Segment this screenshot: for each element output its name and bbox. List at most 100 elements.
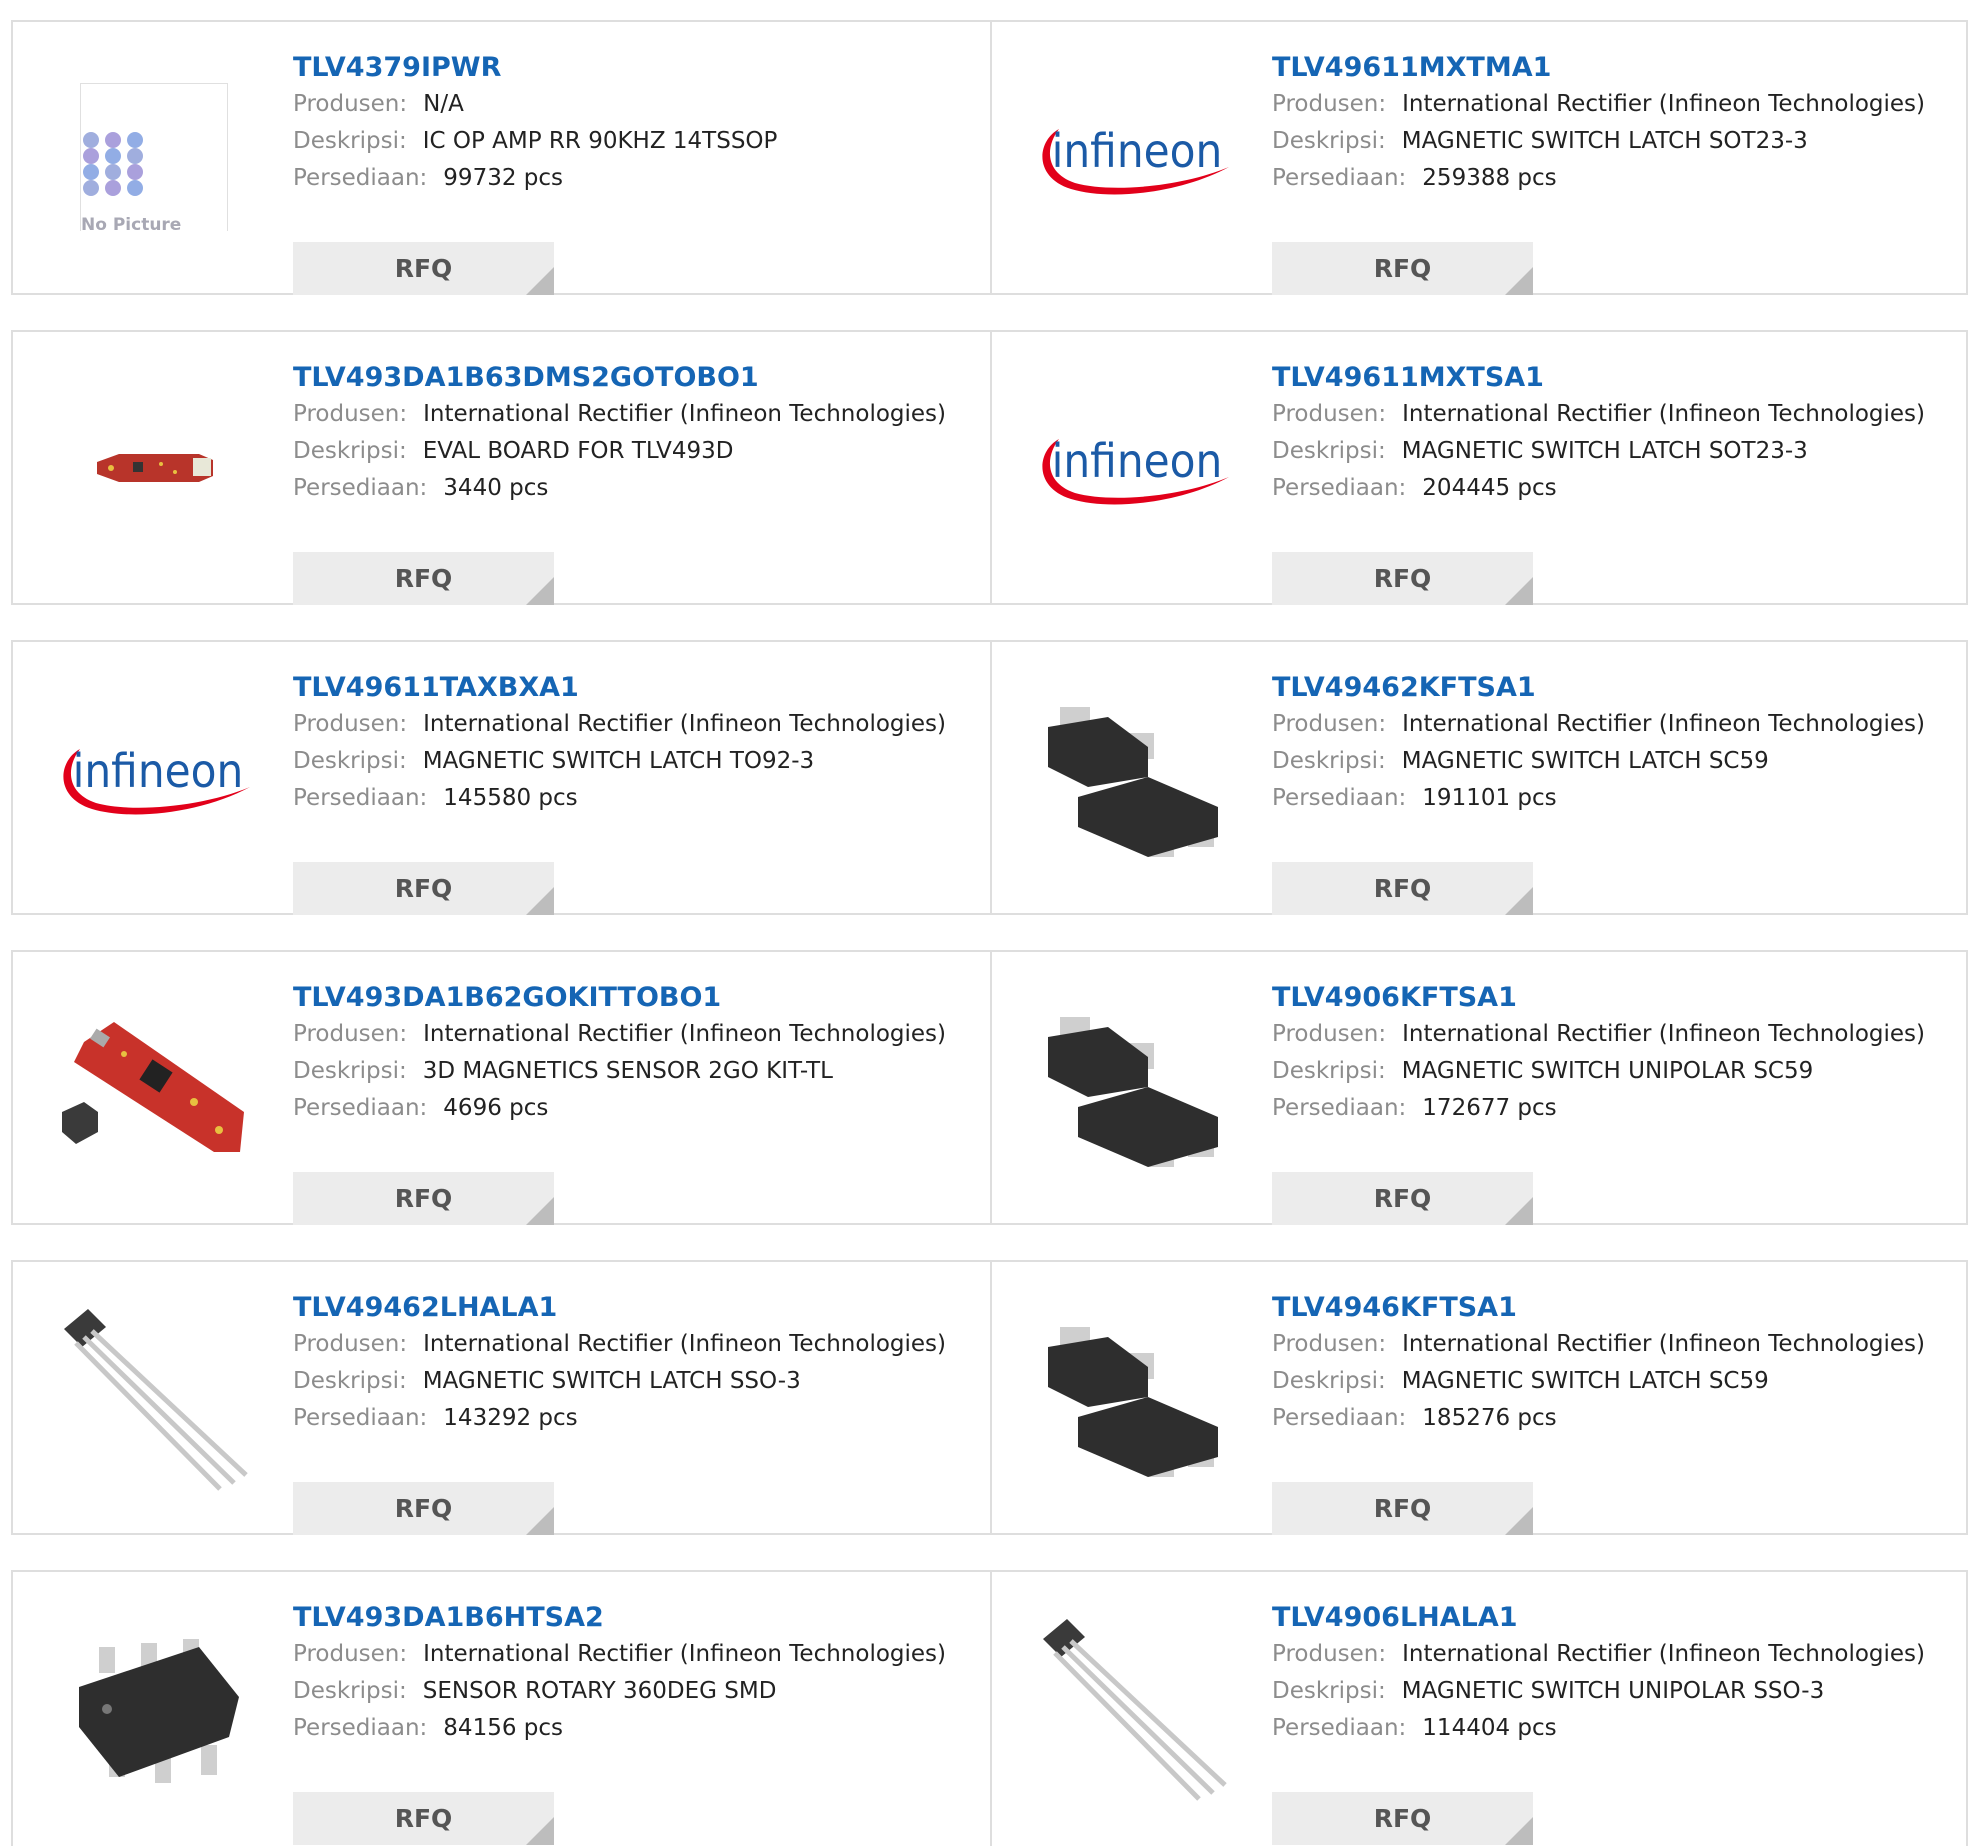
tsop6-chip-image[interactable] [51, 1602, 257, 1812]
stock-row: Persediaan: 172677 pcs [1272, 1090, 1952, 1127]
manufacturer-label: Produsen: [1272, 711, 1387, 737]
description-value: EVAL BOARD FOR TLV493D [422, 438, 734, 464]
part-number-link[interactable]: TLV49462KFTSA1 [1272, 670, 1952, 706]
description-row: Deskripsi: MAGNETIC SWITCH UNIPOLAR SSO-3 [1272, 1673, 1952, 1710]
rfq-button[interactable]: RFQ [1272, 552, 1533, 605]
sot-package-image[interactable] [1030, 672, 1236, 882]
manufacturer-label: Produsen: [1272, 401, 1387, 427]
product-info: TLV4379IPWR Produsen: N/A Deskripsi: IC OP A… [293, 50, 973, 295]
infineon-logo[interactable]: infineon [1030, 362, 1236, 572]
stock-value: 4696 pcs [443, 1095, 549, 1121]
stock-label: Persediaan: [1272, 1095, 1407, 1121]
manufacturer-row: Produsen: International Rectifier (Infine… [293, 396, 973, 433]
part-number-link[interactable]: TLV49611TAXBXA1 [293, 670, 973, 706]
description-row: Deskripsi: MAGNETIC SWITCH LATCH SSO-3 [293, 1363, 973, 1400]
manufacturer-label: Produsen: [293, 91, 408, 117]
product-row: TLV493DA1B62GOKITTOBO1 Produsen: Internati… [11, 950, 1968, 1225]
part-number-link[interactable]: TLV4906KFTSA1 [1272, 980, 1952, 1016]
description-row: Deskripsi: 3D MAGNETICS SENSOR 2GO KIT-TL [293, 1053, 973, 1090]
stock-label: Persediaan: [1272, 785, 1407, 811]
product-info: TLV4906LHALA1 Produsen: International Rect… [1272, 1600, 1952, 1845]
corner-triangle-icon [526, 577, 554, 605]
manufacturer-label: Produsen: [293, 1021, 408, 1047]
part-number-link[interactable]: TLV493DA1B63DMS2GOTOBO1 [293, 360, 973, 396]
manufacturer-label: Produsen: [293, 1641, 408, 1667]
part-number-link[interactable]: TLV49462LHALA1 [293, 1290, 973, 1326]
description-label: Deskripsi: [1272, 128, 1386, 154]
stock-row: Persediaan: 3440 pcs [293, 470, 973, 507]
part-number-link[interactable]: TLV4379IPWR [293, 50, 973, 86]
corner-triangle-icon [526, 887, 554, 915]
description-label: Deskripsi: [1272, 438, 1386, 464]
infineon-logo[interactable]: infineon [51, 672, 257, 882]
part-number-link[interactable]: TLV493DA1B6HTSA2 [293, 1600, 973, 1636]
product-row: infineon TLV49611TAXBXA1 Produsen: Internat… [11, 640, 1968, 915]
product-info: TLV49462KFTSA1 Produsen: International Rec… [1272, 670, 1952, 915]
stock-value: 114404 pcs [1422, 1715, 1557, 1741]
manufacturer-row: Produsen: International Rectifier (Infine… [1272, 706, 1952, 743]
rfq-button[interactable]: RFQ [293, 862, 554, 915]
description-row: Deskripsi: EVAL BOARD FOR TLV493D [293, 433, 973, 470]
sso3-package-image[interactable] [1030, 1602, 1236, 1812]
manufacturer-label: Produsen: [1272, 1331, 1387, 1357]
description-row: Deskripsi: MAGNETIC SWITCH LATCH SOT23-3 [1272, 433, 1952, 470]
sso3-package-image[interactable] [51, 1292, 257, 1502]
product-info: TLV49611TAXBXA1 Produsen: International Re… [293, 670, 973, 915]
product-info: TLV49462LHALA1 Produsen: International Rec… [293, 1290, 973, 1535]
description-value: MAGNETIC SWITCH LATCH SC59 [1401, 1368, 1769, 1394]
description-row: Deskripsi: MAGNETIC SWITCH LATCH SC59 [1272, 1363, 1952, 1400]
part-number-link[interactable]: TLV493DA1B62GOKITTOBO1 [293, 980, 973, 1016]
rfq-button[interactable]: RFQ [1272, 1482, 1533, 1535]
product-card: No Picture TLV4379IPWR Produsen: N/A Deskrip… [13, 22, 990, 295]
product-info: TLV49611MXTMA1 Produsen: International Rec… [1272, 50, 1952, 295]
corner-triangle-icon [526, 1817, 554, 1845]
product-row: No Picture TLV4379IPWR Produsen: N/A Deskrip… [11, 20, 1968, 295]
rfq-button[interactable]: RFQ [1272, 242, 1533, 295]
manufacturer-label: Produsen: [1272, 1641, 1387, 1667]
rfq-button[interactable]: RFQ [293, 1482, 554, 1535]
description-label: Deskripsi: [1272, 748, 1386, 774]
sot-package-image[interactable] [1030, 982, 1236, 1192]
stock-label: Persediaan: [1272, 1405, 1407, 1431]
eval-board-small-image[interactable] [51, 362, 257, 572]
stock-value: 3440 pcs [443, 475, 549, 501]
rfq-button[interactable]: RFQ [293, 1792, 554, 1845]
infineon-logo[interactable]: infineon [1030, 52, 1236, 262]
part-number-link[interactable]: TLV49611MXTSA1 [1272, 360, 1952, 396]
part-number-link[interactable]: TLV49611MXTMA1 [1272, 50, 1952, 86]
manufacturer-value: International Rectifier (Infineon Techno… [1402, 401, 1926, 427]
stock-label: Persediaan: [293, 1715, 428, 1741]
corner-triangle-icon [526, 267, 554, 295]
stock-label: Persediaan: [1272, 1715, 1407, 1741]
manufacturer-value: N/A [423, 91, 464, 117]
kit-board-image[interactable] [51, 982, 257, 1192]
description-value: MAGNETIC SWITCH UNIPOLAR SC59 [1401, 1058, 1814, 1084]
no-picture-icon[interactable]: No Picture [51, 52, 257, 262]
stock-row: Persediaan: 259388 pcs [1272, 160, 1952, 197]
stock-value: 172677 pcs [1422, 1095, 1557, 1121]
description-label: Deskripsi: [293, 748, 407, 774]
stock-label: Persediaan: [293, 1095, 428, 1121]
manufacturer-row: Produsen: International Rectifier (Infine… [293, 1016, 973, 1053]
stock-label: Persediaan: [1272, 165, 1407, 191]
description-value: 3D MAGNETICS SENSOR 2GO KIT-TL [422, 1058, 833, 1084]
rfq-label: RFQ [1373, 874, 1432, 903]
rfq-button[interactable]: RFQ [293, 242, 554, 295]
manufacturer-row: Produsen: N/A [293, 86, 973, 123]
rfq-label: RFQ [1373, 564, 1432, 593]
manufacturer-label: Produsen: [293, 1331, 408, 1357]
rfq-button[interactable]: RFQ [1272, 1172, 1533, 1225]
product-row: TLV493DA1B6HTSA2 Produsen: International R… [11, 1570, 1968, 1846]
rfq-button[interactable]: RFQ [1272, 1792, 1533, 1845]
stock-value: 99732 pcs [443, 165, 564, 191]
manufacturer-row: Produsen: International Rectifier (Infine… [1272, 1016, 1952, 1053]
rfq-button[interactable]: RFQ [293, 1172, 554, 1225]
part-number-link[interactable]: TLV4906LHALA1 [1272, 1600, 1952, 1636]
sot-package-image[interactable] [1030, 1292, 1236, 1502]
rfq-button[interactable]: RFQ [1272, 862, 1533, 915]
part-number-link[interactable]: TLV4946KFTSA1 [1272, 1290, 1952, 1326]
rfq-label: RFQ [1373, 1494, 1432, 1523]
stock-row: Persediaan: 114404 pcs [1272, 1710, 1952, 1747]
rfq-button[interactable]: RFQ [293, 552, 554, 605]
corner-triangle-icon [1505, 1817, 1533, 1845]
